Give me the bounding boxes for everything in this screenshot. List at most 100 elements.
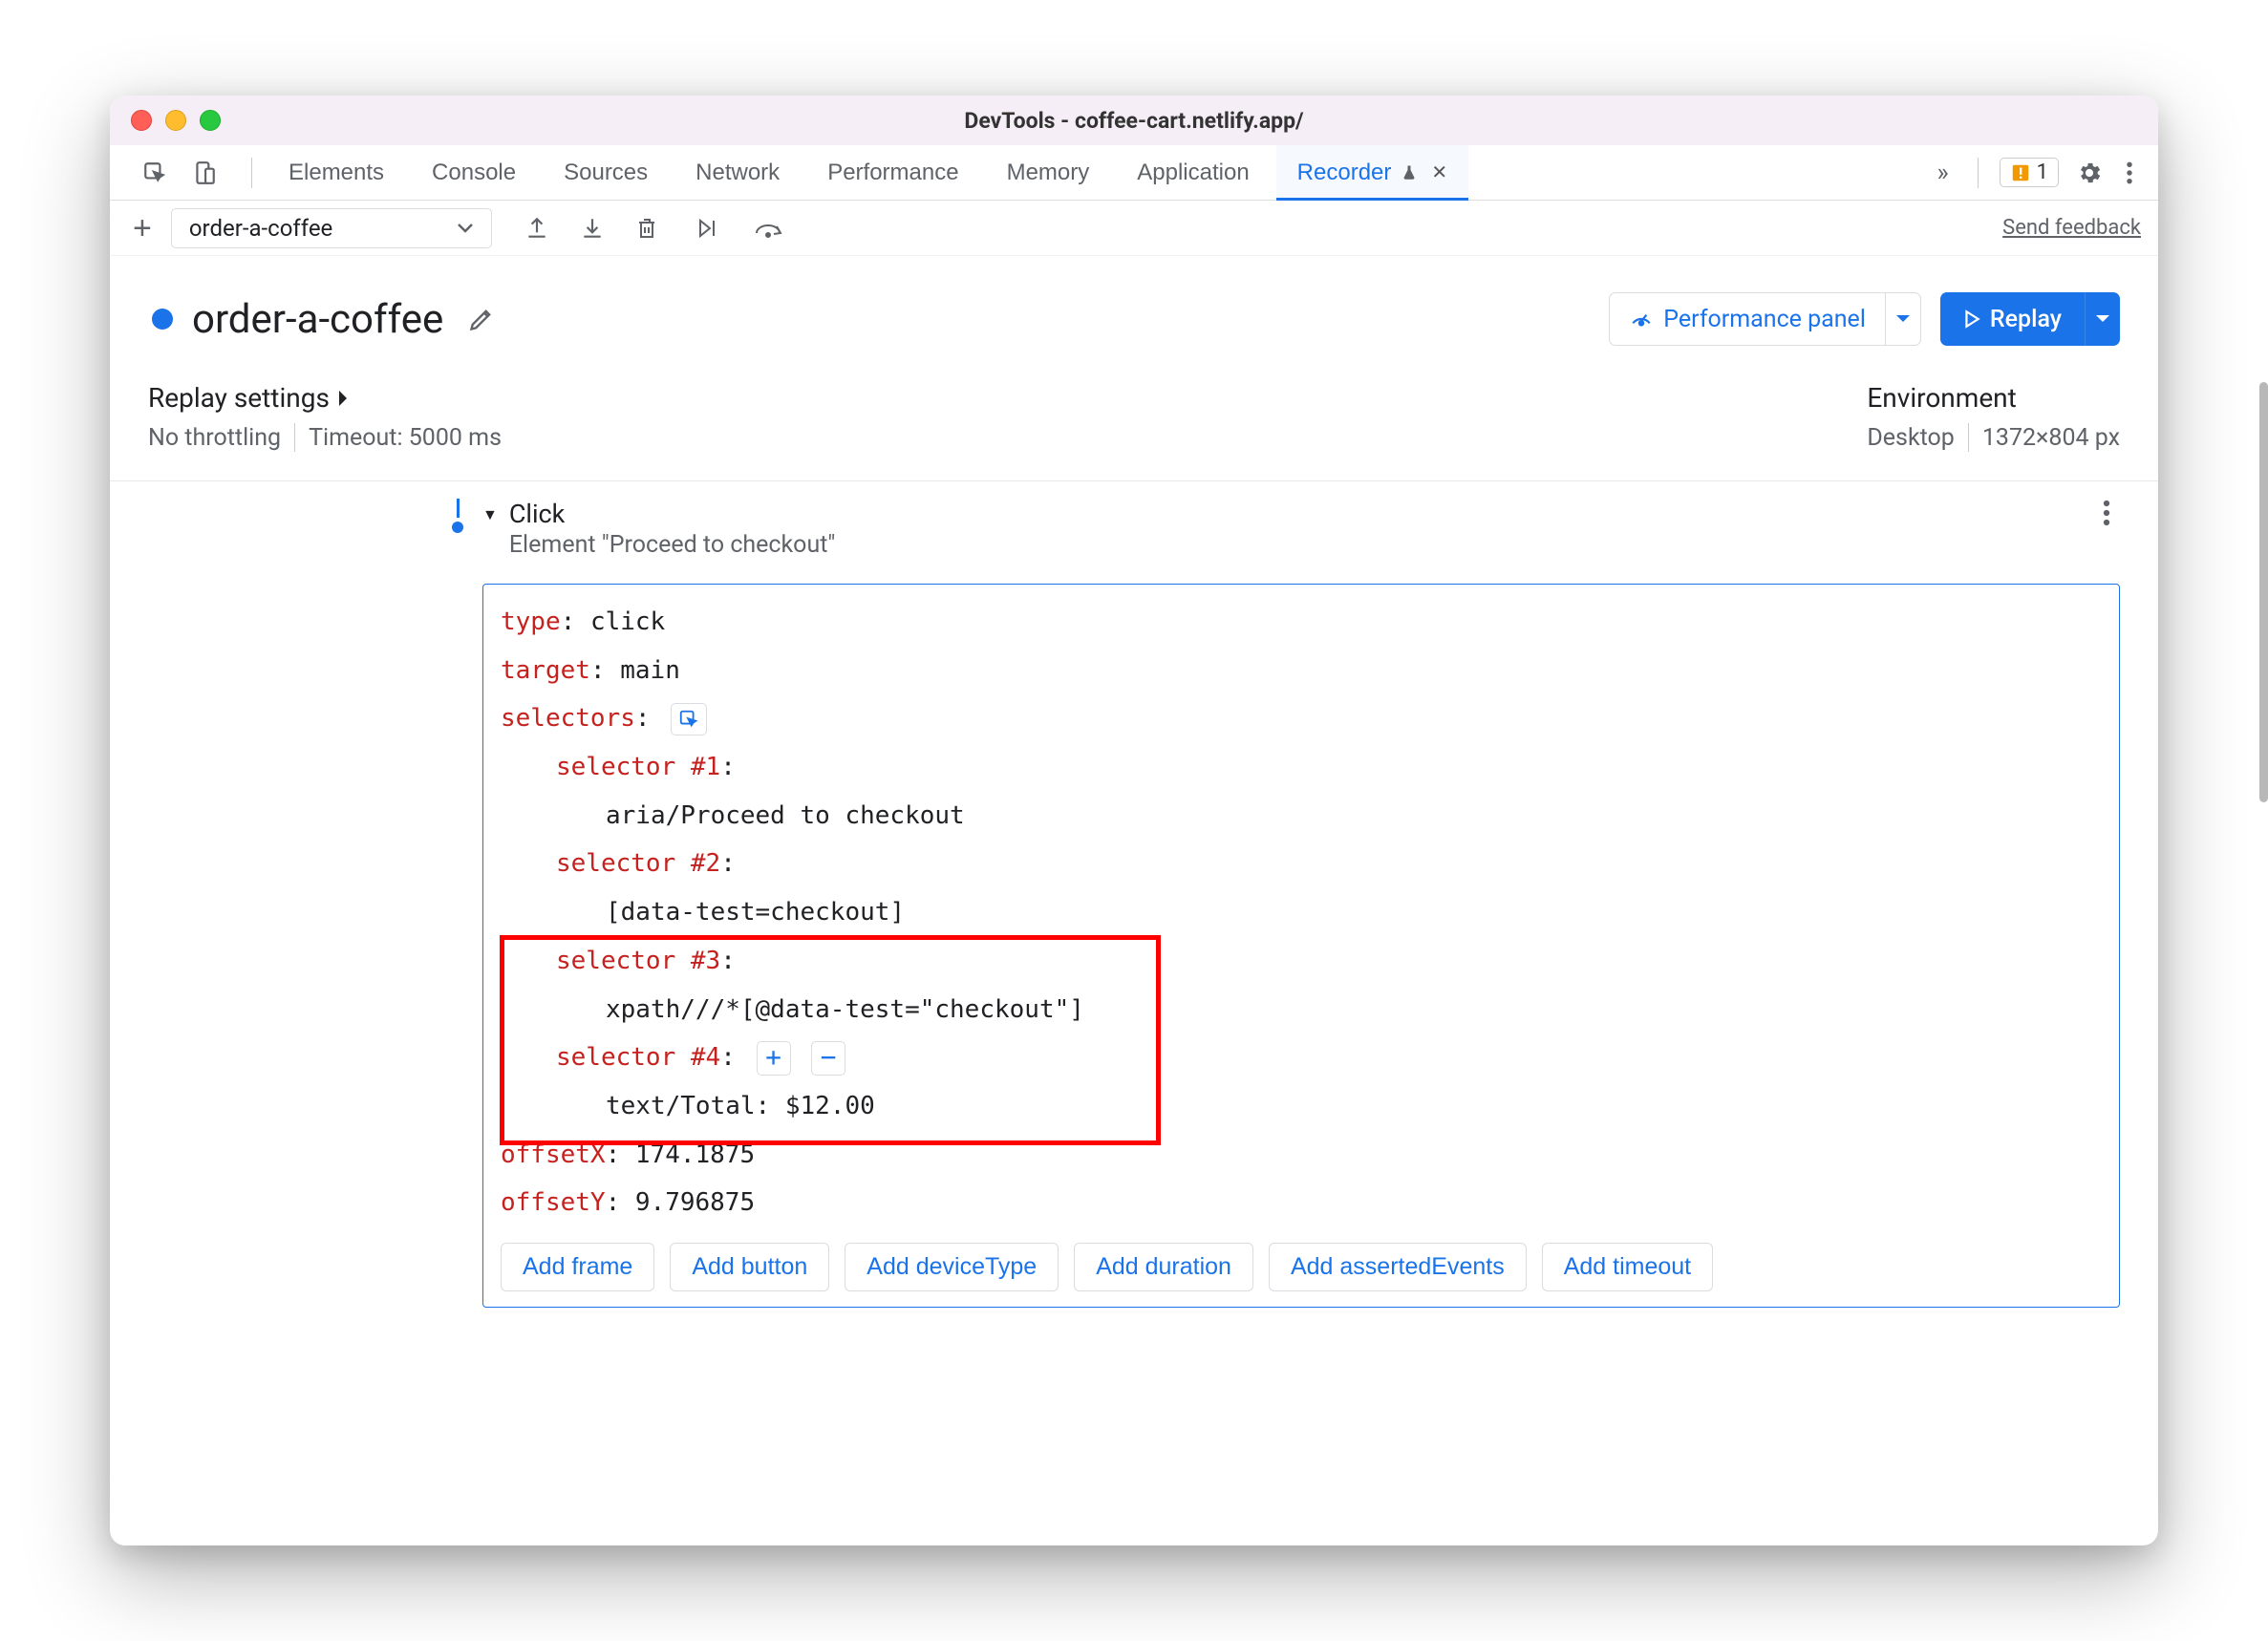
window-title: DevTools - coffee-cart.netlify.app/ [110, 108, 2158, 134]
recorder-toolbar: + order-a-coffee [110, 201, 2158, 256]
replay-label: Replay [1990, 306, 2062, 333]
play-icon [1963, 309, 1980, 329]
tab-sources[interactable]: Sources [543, 145, 669, 200]
divider [294, 423, 295, 452]
window-titlebar: DevTools - coffee-cart.netlify.app/ [110, 96, 2158, 145]
selector4-value: text/Total: $12.00 [606, 1092, 875, 1120]
selector3-key: selector #3 [556, 947, 720, 975]
tab-network[interactable]: Network [674, 145, 801, 200]
tab-memory[interactable]: Memory [986, 145, 1111, 200]
environment-device: Desktop [1867, 424, 1954, 452]
recording-select[interactable]: order-a-coffee [171, 208, 492, 248]
timeline-dot [452, 522, 463, 533]
environment-dimensions: 1372×804 px [1982, 424, 2120, 452]
performance-panel-dropdown[interactable] [1885, 293, 1920, 345]
recording-status-dot [152, 309, 173, 330]
step-over-icon[interactable] [748, 212, 788, 245]
device-toolbar-icon[interactable] [186, 155, 223, 191]
add-properties-row: Add frame Add button Add deviceType Add … [501, 1243, 2102, 1291]
step-play-icon[interactable] [691, 211, 729, 245]
speedometer-icon [1629, 307, 1654, 331]
target-key: target [501, 656, 590, 685]
offsetx-key: offsetX [501, 1140, 606, 1169]
add-selector-button[interactable]: + [757, 1041, 791, 1076]
chevron-right-icon [337, 390, 349, 407]
offsety-value: 9.796875 [635, 1188, 755, 1217]
step-header[interactable]: ▼ Click Element "Proceed to checkout" [482, 491, 2120, 566]
selector2-key: selector #2 [556, 849, 720, 878]
step-menu-button[interactable] [2103, 499, 2110, 527]
step-title: Click [509, 499, 836, 529]
issues-badge[interactable]: 1 [2000, 158, 2059, 187]
performance-panel-label: Performance panel [1663, 306, 1866, 333]
replay-dropdown[interactable] [2085, 292, 2120, 346]
divider [1968, 423, 1969, 452]
new-recording-button[interactable]: + [127, 206, 158, 250]
step-subtitle: Element "Proceed to checkout" [509, 531, 836, 559]
close-window-button[interactable] [131, 110, 152, 131]
selector2-value: [data-test=checkout] [606, 898, 905, 927]
throttling-value: No throttling [148, 424, 281, 452]
recording-select-label: order-a-coffee [189, 215, 332, 242]
flask-icon [1401, 163, 1418, 182]
selector1-key: selector #1 [556, 753, 720, 781]
target-value: main [620, 656, 680, 685]
traffic-lights [131, 110, 221, 131]
timeline-rail [457, 499, 460, 518]
selector3-value: xpath///*[@data-test="checkout"] [606, 995, 1084, 1024]
add-duration-button[interactable]: Add duration [1074, 1243, 1253, 1291]
maximize-window-button[interactable] [200, 110, 221, 131]
delete-icon[interactable] [630, 210, 664, 246]
step-detail-box: type: click target: main selectors: sele… [482, 584, 2120, 1308]
environment-label: Environment [1867, 382, 2016, 414]
step-click: ▼ Click Element "Proceed to checkout" ty… [482, 491, 2120, 1308]
issues-count: 1 [2037, 160, 2048, 184]
add-timeout-button[interactable]: Add timeout [1542, 1243, 1713, 1291]
import-icon[interactable] [574, 210, 610, 246]
tab-console[interactable]: Console [411, 145, 537, 200]
add-devicetype-button[interactable]: Add deviceType [845, 1243, 1059, 1291]
chevron-down-icon [457, 223, 474, 234]
export-icon[interactable] [519, 210, 555, 246]
replay-settings-label: Replay settings [148, 382, 330, 414]
minimize-window-button[interactable] [165, 110, 186, 131]
more-tabs-button[interactable]: » [1923, 159, 1961, 187]
settings-icon[interactable] [2070, 154, 2108, 192]
offsetx-value: 174.1875 [635, 1140, 755, 1169]
remove-selector-button[interactable]: − [811, 1041, 845, 1076]
type-value: click [590, 607, 665, 636]
more-menu-icon[interactable] [2120, 155, 2139, 191]
settings-bar: Replay settings No throttling Timeout: 5… [110, 382, 2158, 480]
tab-performance[interactable]: Performance [806, 145, 979, 200]
divider [251, 158, 252, 188]
selectors-key: selectors [501, 704, 635, 733]
warning-icon [2010, 162, 2031, 183]
devtools-tabstrip: Elements Console Sources Network Perform… [110, 145, 2158, 201]
edit-name-icon[interactable] [462, 300, 501, 338]
recording-header: order-a-coffee Performance panel Replay [110, 256, 2158, 382]
inspect-element-icon[interactable] [137, 155, 173, 191]
type-key: type [501, 607, 561, 636]
tab-recorder[interactable]: Recorder ✕ [1276, 145, 1468, 200]
element-picker-button[interactable] [671, 703, 707, 735]
performance-panel-button[interactable]: Performance panel [1609, 292, 1921, 346]
add-button-button[interactable]: Add button [670, 1243, 829, 1291]
recording-title: order-a-coffee [192, 296, 443, 343]
tab-application[interactable]: Application [1116, 145, 1270, 200]
add-frame-button[interactable]: Add frame [501, 1243, 654, 1291]
close-tab-icon[interactable]: ✕ [1431, 160, 1447, 184]
tab-elements[interactable]: Elements [267, 145, 405, 200]
timeout-value: Timeout: 5000 ms [309, 424, 502, 452]
tab-recorder-label: Recorder [1297, 160, 1392, 186]
replay-button[interactable]: Replay [1940, 292, 2120, 346]
selector4-key: selector #4 [556, 1043, 720, 1072]
replay-settings-toggle[interactable]: Replay settings [148, 382, 502, 414]
recording-steps-area: ▼ Click Element "Proceed to checkout" ty… [110, 480, 2158, 1545]
offsety-key: offsetY [501, 1188, 606, 1217]
add-assertedevents-button[interactable]: Add assertedEvents [1269, 1243, 1527, 1291]
selector1-value: aria/Proceed to checkout [606, 801, 965, 830]
collapse-icon: ▼ [482, 505, 498, 524]
devtools-window: DevTools - coffee-cart.netlify.app/ Elem… [110, 96, 2158, 1545]
send-feedback-link[interactable]: Send feedback [2002, 216, 2141, 240]
divider [1978, 158, 1979, 188]
